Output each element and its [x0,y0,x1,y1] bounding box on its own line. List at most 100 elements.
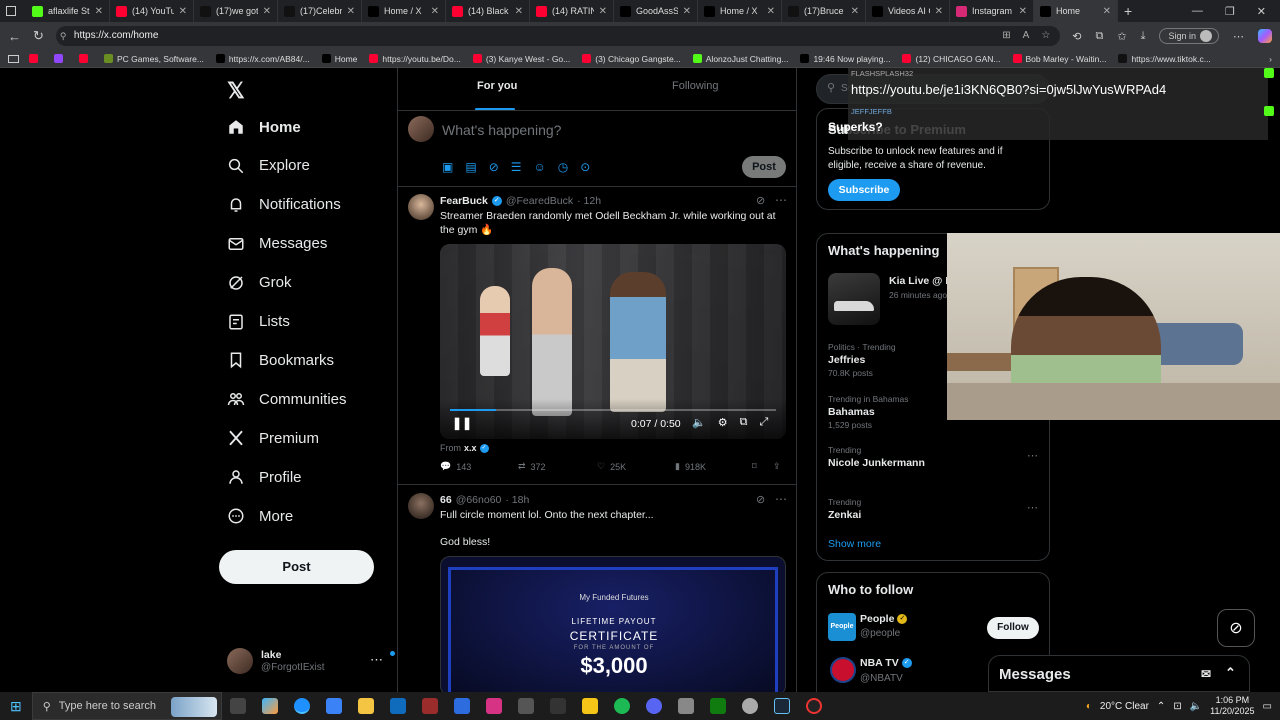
browser-tab[interactable]: (17)Celebrat ✕ [278,0,362,22]
browser-tab[interactable]: Home ✕ [1034,0,1118,22]
account-switcher[interactable]: lake @ForgotIExist ⋯ [227,646,395,676]
file-explorer-icon[interactable] [357,698,374,714]
repost-button[interactable]: ⇄ 372 [518,461,546,472]
tab-close-icon[interactable]: ✕ [1019,6,1027,17]
clock[interactable]: 1:06 PM 11/20/2025 [1210,695,1254,717]
read-aloud-icon[interactable]: A [1023,26,1030,46]
browser-tab[interactable]: Home / X ✕ [698,0,782,22]
steam-icon[interactable] [773,698,790,714]
post-author-handle[interactable]: @66no60 [456,494,502,506]
restore-icon[interactable]: ❐ [1225,5,1235,18]
close-window-icon[interactable]: ✕ [1257,5,1266,18]
app-icon-gray[interactable] [677,698,694,714]
bookmark-item[interactable] [79,54,92,64]
browser-tab[interactable]: Instagram ✕ [950,0,1034,22]
minimize-icon[interactable]: — [1192,5,1203,18]
tray-chevron-icon[interactable]: ⌃ [1157,701,1165,712]
bookmark-item[interactable]: AlonzoJust Chatting... [692,54,788,64]
bookmarks-overflow-icon[interactable]: › [1269,54,1272,64]
trend-more-icon[interactable]: ⋯ [1027,501,1038,514]
bookmark-item[interactable]: https://x.com/AB84/... [215,54,310,64]
sidebar-item-premium[interactable]: Premium [227,429,319,447]
sidebar-item-more[interactable]: More [227,507,293,525]
install-icon[interactable]: ⊞ [1002,26,1010,46]
composer-post-button[interactable]: Post [742,156,786,178]
back-icon[interactable]: ← [8,29,21,44]
settings-more-icon[interactable]: ⋯ [1233,30,1244,43]
store-icon[interactable] [325,698,342,714]
spotify-icon[interactable] [613,698,630,714]
post-author-name[interactable]: FearBuck [440,195,488,207]
expand-icon[interactable]: ⌃ [1225,665,1236,681]
tab-close-icon[interactable]: ✕ [599,6,607,17]
url-bar[interactable]: ⚲ https://x.com/home ⊞ A ☆ [55,26,1061,46]
app-icon-dark[interactable] [549,698,566,714]
window-menu-button[interactable] [0,0,26,22]
messages-drawer[interactable]: Messages ✉ ⌃ [988,655,1250,692]
post-time[interactable]: · 12h [577,195,601,207]
grok-post-icon[interactable]: ⊘ [756,194,765,207]
tab-close-icon[interactable]: ✕ [935,6,943,17]
favorites-icon[interactable]: ✩ [1117,30,1126,43]
volume-icon[interactable]: 🔈 [692,416,706,429]
outlook-icon[interactable] [389,698,406,714]
trend-more-icon[interactable]: ⋯ [1027,449,1038,462]
sidebar-item-notifications[interactable]: Notifications [227,196,341,214]
task-view-icon[interactable] [229,698,246,714]
browser-tab[interactable]: (14) Black C ✕ [446,0,530,22]
bookmark-item[interactable]: (12) CHICAGO GAN... [902,54,1001,64]
volume-tray-icon[interactable]: 🔈 [1190,701,1202,712]
tab-close-icon[interactable]: ✕ [1103,6,1111,17]
follow-name[interactable]: NBA TV [860,657,899,669]
follow-button[interactable]: Follow [987,617,1039,639]
image-icon[interactable]: ▣ [442,160,453,174]
notification-center-icon[interactable]: ▭ [1263,701,1272,712]
bookmark-item[interactable]: https://www.tiktok.c... [1118,54,1211,64]
bookmark-item[interactable] [29,54,42,64]
browser-tab[interactable]: Videos AI C ✕ [866,0,950,22]
sidebar-item-lists[interactable]: Lists [227,313,290,331]
composer-input[interactable]: What's happening? [442,122,561,138]
grok-floating-button[interactable]: ⊘ [1217,609,1255,647]
bookmark-item[interactable]: Home [321,54,357,64]
reply-button[interactable]: 💬 143 [440,461,471,472]
bookmark-item[interactable]: Bob Marley - Waitin... [1012,54,1106,64]
bookmark-item[interactable]: (3) Kanye West - Go... [472,54,570,64]
trend-item[interactable]: Politics · Trending Jeffries 70.8K posts [828,342,896,378]
taskbar-search[interactable]: ⚲ Type here to search [31,692,222,720]
tab-close-icon[interactable]: ✕ [431,6,439,17]
bookmark-item[interactable]: PC Games, Software... [104,54,204,64]
trend-item[interactable]: Trending Zenkai [828,497,861,523]
tab-close-icon[interactable]: ✕ [515,6,523,17]
sign-in-button[interactable]: Sign in [1159,28,1219,44]
fullscreen-icon[interactable]: ⤢ [759,416,768,429]
sidebar-item-explore[interactable]: Explore [227,157,310,175]
browser-tab[interactable]: Home / X ✕ [362,0,446,22]
sidebar-item-grok[interactable]: Grok [227,274,292,292]
post-author-name[interactable]: 66 [440,494,452,506]
app-icon-red[interactable] [421,698,438,714]
xbox-icon[interactable] [709,698,726,714]
browser-tab[interactable]: GoodAssSul ✕ [614,0,698,22]
app-icon-person[interactable] [517,698,534,714]
browser-tab[interactable]: (17)Bruce D ✕ [782,0,866,22]
tab-close-icon[interactable]: ✕ [851,6,859,17]
post-time[interactable]: · 18h [505,494,529,506]
tab-following[interactable]: Following [672,80,718,92]
tab-close-icon[interactable]: ✕ [347,6,355,17]
certificate-image[interactable]: My Funded Futures LIFETIME PAYOUT CERTIF… [440,556,786,692]
search-box[interactable]: ⚲ Search [816,74,1050,104]
video-settings-icon[interactable]: ⚙ [718,416,728,429]
start-icon[interactable]: ⊞ [10,698,22,715]
pip-icon[interactable]: ⧉ [740,416,748,429]
grok-post-icon[interactable]: ⊘ [756,493,765,506]
browser-tab[interactable]: (17)we got r ✕ [194,0,278,22]
video-player[interactable]: ❚❚ 0:07 / 0:50 🔈 ⚙ ⧉ ⤢ [440,244,786,439]
post-more-icon[interactable]: ⋯ [775,193,787,207]
location-icon[interactable]: ⊙ [580,160,590,174]
views-button[interactable]: ▮ 918K [675,461,706,472]
emoji-icon[interactable]: ☺ [534,160,546,174]
edge-icon[interactable] [293,698,310,714]
bookmark-item[interactable]: (3) Chicago Gangste... [582,54,681,64]
sidebar-item-communities[interactable]: Communities [227,390,347,408]
